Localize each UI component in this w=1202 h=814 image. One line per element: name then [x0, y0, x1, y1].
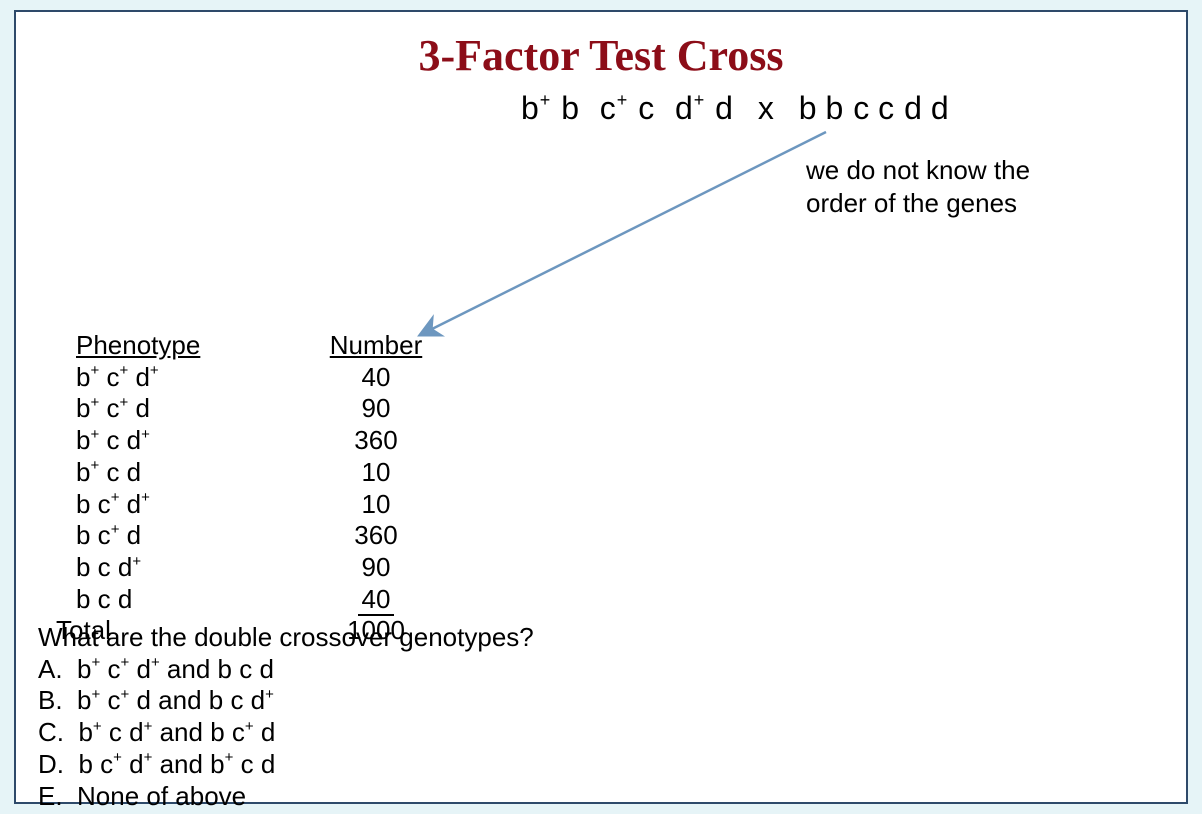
note-line-1: we do not know the — [806, 155, 1030, 185]
question-block: What are the double crossover genotypes?… — [38, 622, 534, 812]
hom-genotype: b bc cd d — [799, 90, 959, 127]
number-cell: 40 — [316, 584, 436, 616]
phenotype-table: Phenotype Number b+ c+ d+40b+ c+ d90b+ c… — [76, 330, 436, 647]
phenotype-cell: b+ c+ d — [76, 393, 316, 425]
phenotype-cell: b+ c d+ — [76, 425, 316, 457]
phenotype-cell: b c d+ — [76, 552, 316, 584]
question-prompt: What are the double crossover genotypes? — [38, 622, 534, 654]
answer-option: C. b+ c d+ and b c+ d — [38, 717, 534, 749]
number-cell: 360 — [316, 425, 436, 457]
number-cell: 10 — [316, 457, 436, 489]
answer-option: B. b+ c+ d and b c d+ — [38, 685, 534, 717]
phenotype-cell: b+ c+ d+ — [76, 362, 316, 394]
cross-x: x — [758, 90, 775, 126]
phenotype-cell: b+ c d — [76, 457, 316, 489]
phenotype-cell: b c d — [76, 584, 316, 616]
col-header-number: Number — [316, 330, 436, 362]
answer-option: E. None of above — [38, 781, 534, 813]
number-cell: 10 — [316, 489, 436, 521]
phenotype-cell: b c+ d+ — [76, 489, 316, 521]
side-note: we do not know the order of the genes — [806, 154, 1030, 219]
cross-genotype: b+ b c+ c d+ d x b bc cd d — [521, 90, 959, 127]
table-row: b+ c+ d+40 — [76, 362, 436, 394]
number-cell: 360 — [316, 520, 436, 552]
number-cell: 90 — [316, 393, 436, 425]
table-row: b c+ d+10 — [76, 489, 436, 521]
table-row: b c d40 — [76, 584, 436, 616]
table-row: b c d+90 — [76, 552, 436, 584]
slide-frame: 3-Factor Test Cross b+ b c+ c d+ d x b b… — [14, 10, 1188, 804]
col-header-phenotype: Phenotype — [76, 330, 316, 362]
table-row: b+ c+ d90 — [76, 393, 436, 425]
het-genotype: b+ b c+ c d+ d — [521, 90, 734, 127]
answer-option: D. b c+ d+ and b+ c d — [38, 749, 534, 781]
table-row: b c+ d360 — [76, 520, 436, 552]
table-row: b+ c d+360 — [76, 425, 436, 457]
phenotype-cell: b c+ d — [76, 520, 316, 552]
note-line-2: order of the genes — [806, 188, 1017, 218]
answer-option: A. b+ c+ d+ and b c d — [38, 654, 534, 686]
number-cell: 40 — [316, 362, 436, 394]
number-cell: 90 — [316, 552, 436, 584]
table-row: b+ c d10 — [76, 457, 436, 489]
slide-title: 3-Factor Test Cross — [16, 30, 1186, 81]
